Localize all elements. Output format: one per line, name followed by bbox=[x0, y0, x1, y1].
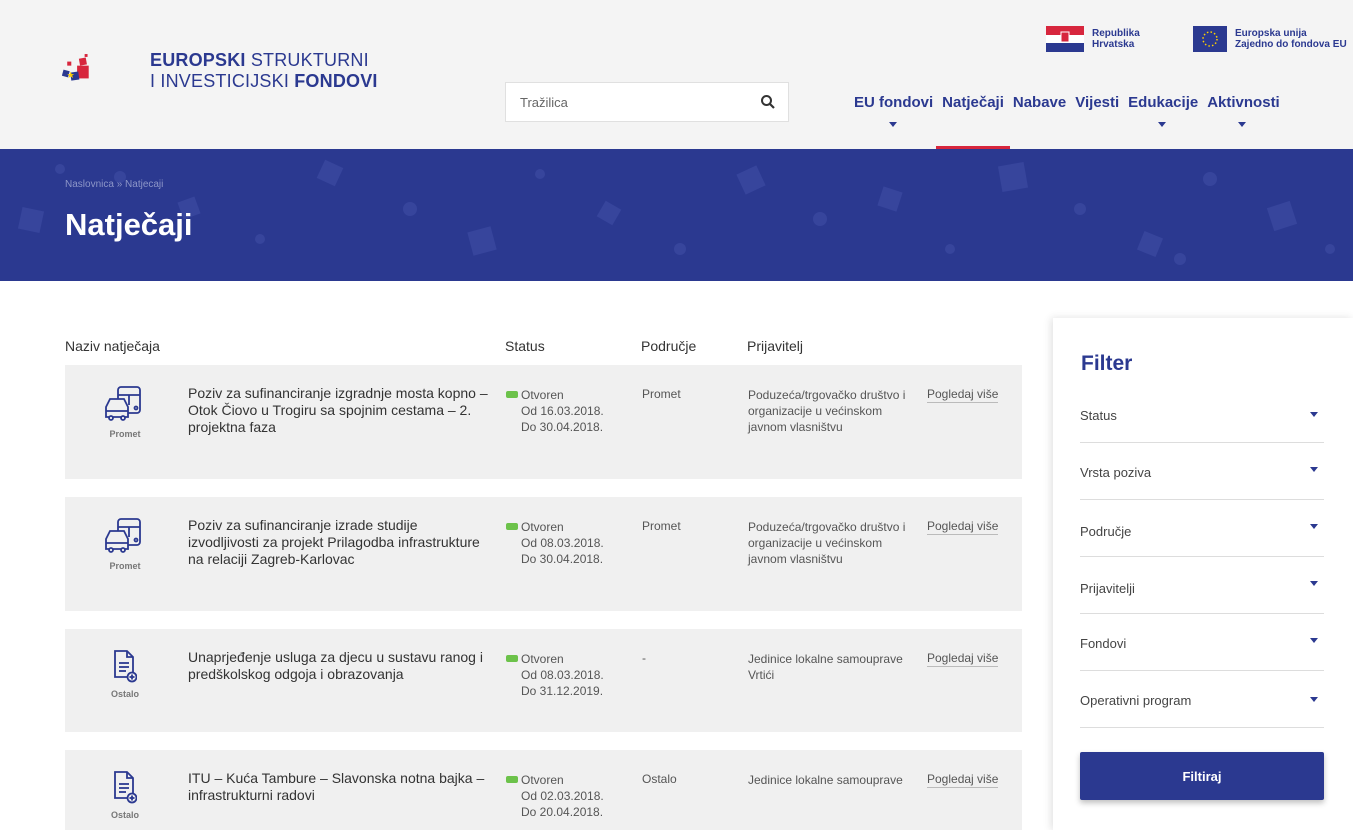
table-row[interactable]: Ostalo ITU – Kuća Tambure – Slavonska no… bbox=[65, 750, 1022, 830]
filter-funds-dropdown[interactable]: Fondovi bbox=[1080, 614, 1324, 671]
filter-operational-program-dropdown[interactable]: Operativni program bbox=[1080, 671, 1324, 728]
table-row[interactable]: Promet Poziv za sufinanciranje izrade st… bbox=[65, 497, 1022, 611]
filter-panel: Filter Status Vrsta poziva Područje Prij… bbox=[1053, 318, 1353, 830]
applicant-value: Jedinice lokalne samouprave Vrtići bbox=[748, 652, 903, 682]
area-value: Promet bbox=[642, 387, 681, 401]
category-badge: Ostalo bbox=[65, 770, 185, 820]
tender-title[interactable]: Poziv za sufinanciranje izgradnje mosta … bbox=[188, 385, 488, 436]
status-badge: Otvoren Od 02.03.2018. Do 20.04.2018. bbox=[506, 772, 604, 820]
area-value: Promet bbox=[642, 519, 681, 533]
area-value: - bbox=[642, 651, 646, 665]
category-badge: Ostalo bbox=[65, 649, 185, 699]
status-badge: Otvoren Od 08.03.2018. Do 31.12.2019. bbox=[506, 651, 604, 699]
tender-title[interactable]: Poziv za sufinanciranje izrade studije i… bbox=[188, 517, 488, 568]
view-more-link[interactable]: Pogledaj više bbox=[927, 772, 999, 788]
tender-title[interactable]: ITU – Kuća Tambure – Slavonska notna baj… bbox=[188, 770, 488, 804]
status-dot bbox=[506, 391, 518, 399]
search-input[interactable] bbox=[506, 83, 746, 121]
view-more-link[interactable]: Pogledaj više bbox=[927, 651, 999, 667]
column-header-status: Status bbox=[505, 338, 545, 354]
logo-text[interactable]: EUROPSKI STRUKTURNI I INVESTICIJSKI FOND… bbox=[150, 50, 378, 92]
nav-aktivnosti[interactable]: Aktivnosti bbox=[1207, 94, 1280, 149]
status-badge: Otvoren Od 16.03.2018. Do 30.04.2018. bbox=[506, 387, 604, 435]
status-badge: Otvoren Od 08.03.2018. Do 30.04.2018. bbox=[506, 519, 604, 567]
document-add-icon bbox=[114, 771, 137, 804]
bus-car-icon bbox=[105, 518, 141, 553]
nav-edukacije[interactable]: Edukacije bbox=[1128, 94, 1198, 149]
column-header-area: Područje bbox=[641, 338, 697, 354]
nav-nabave[interactable]: Nabave bbox=[1013, 94, 1066, 149]
view-more-link[interactable]: Pogledaj više bbox=[927, 519, 999, 535]
chevron-down-icon bbox=[888, 122, 897, 127]
table-row[interactable]: Promet Poziv za sufinanciranje izgradnje… bbox=[65, 365, 1022, 479]
status-dot bbox=[506, 776, 518, 784]
column-header-applicant: Prijavitelj bbox=[747, 338, 804, 354]
chevron-down-icon bbox=[1310, 524, 1318, 529]
category-badge: Promet bbox=[65, 517, 185, 571]
document-add-icon bbox=[114, 650, 137, 683]
chevron-down-icon bbox=[1310, 581, 1318, 586]
filter-call-type-dropdown[interactable]: Vrsta poziva bbox=[1080, 443, 1324, 500]
main-nav: EU fondovi Natječaji Nabave Vijesti Eduk… bbox=[854, 94, 1289, 149]
page-banner: Naslovnica » Natjecaji Natječaji bbox=[0, 149, 1353, 281]
chevron-down-icon bbox=[1238, 122, 1247, 127]
eu-link[interactable]: Europska unija Zajedno do fondova EU bbox=[1193, 26, 1347, 52]
tender-title[interactable]: Unaprjeđenje usluga za djecu u sustavu r… bbox=[188, 649, 488, 683]
croatia-flag-icon bbox=[1046, 26, 1084, 52]
applicant-value: Poduzeća/trgovačko društvo i organizacij… bbox=[748, 388, 906, 434]
breadcrumb[interactable]: Naslovnica » Natjecaji bbox=[65, 179, 163, 190]
nav-eu-fondovi[interactable]: EU fondovi bbox=[854, 94, 933, 149]
filter-title: Filter bbox=[1081, 352, 1133, 375]
filter-submit-button[interactable]: Filtiraj bbox=[1080, 752, 1324, 800]
eu-flag-icon bbox=[1193, 26, 1227, 52]
site-header: EUROPSKI STRUKTURNI I INVESTICIJSKI FOND… bbox=[0, 0, 1353, 149]
filter-area-dropdown[interactable]: Područje bbox=[1080, 500, 1324, 557]
chevron-down-icon bbox=[1310, 697, 1318, 702]
applicant-value: Poduzeća/trgovačko društvo i organizacij… bbox=[748, 520, 906, 566]
chevron-down-icon bbox=[1310, 638, 1318, 643]
nav-vijesti[interactable]: Vijesti bbox=[1075, 94, 1119, 149]
banner-pattern bbox=[17, 159, 1335, 265]
chevron-down-icon bbox=[1310, 467, 1318, 472]
chevron-down-icon bbox=[1310, 412, 1318, 417]
croatia-link[interactable]: Republika Hrvatska bbox=[1046, 26, 1140, 52]
filter-status-dropdown[interactable]: Status bbox=[1080, 386, 1324, 443]
applicant-value: Jedinice lokalne samouprave bbox=[748, 773, 903, 787]
filter-applicants-dropdown[interactable]: Prijavitelji bbox=[1080, 557, 1324, 614]
page-title: Natječaji bbox=[65, 207, 193, 242]
table-row[interactable]: Ostalo Unaprjeđenje usluga za djecu u su… bbox=[65, 629, 1022, 732]
chevron-down-icon bbox=[1158, 122, 1167, 127]
area-value: Ostalo bbox=[642, 772, 677, 786]
status-dot bbox=[506, 523, 518, 531]
search-box bbox=[505, 82, 789, 122]
search-icon[interactable] bbox=[760, 94, 776, 110]
category-badge: Promet bbox=[65, 385, 185, 439]
status-dot bbox=[506, 655, 518, 663]
bus-car-icon bbox=[105, 386, 141, 421]
esif-logo[interactable] bbox=[62, 20, 152, 120]
nav-natjecaji[interactable]: Natječaji bbox=[936, 94, 1010, 149]
view-more-link[interactable]: Pogledaj više bbox=[927, 387, 999, 403]
column-header-name: Naziv natječaja bbox=[65, 338, 160, 354]
